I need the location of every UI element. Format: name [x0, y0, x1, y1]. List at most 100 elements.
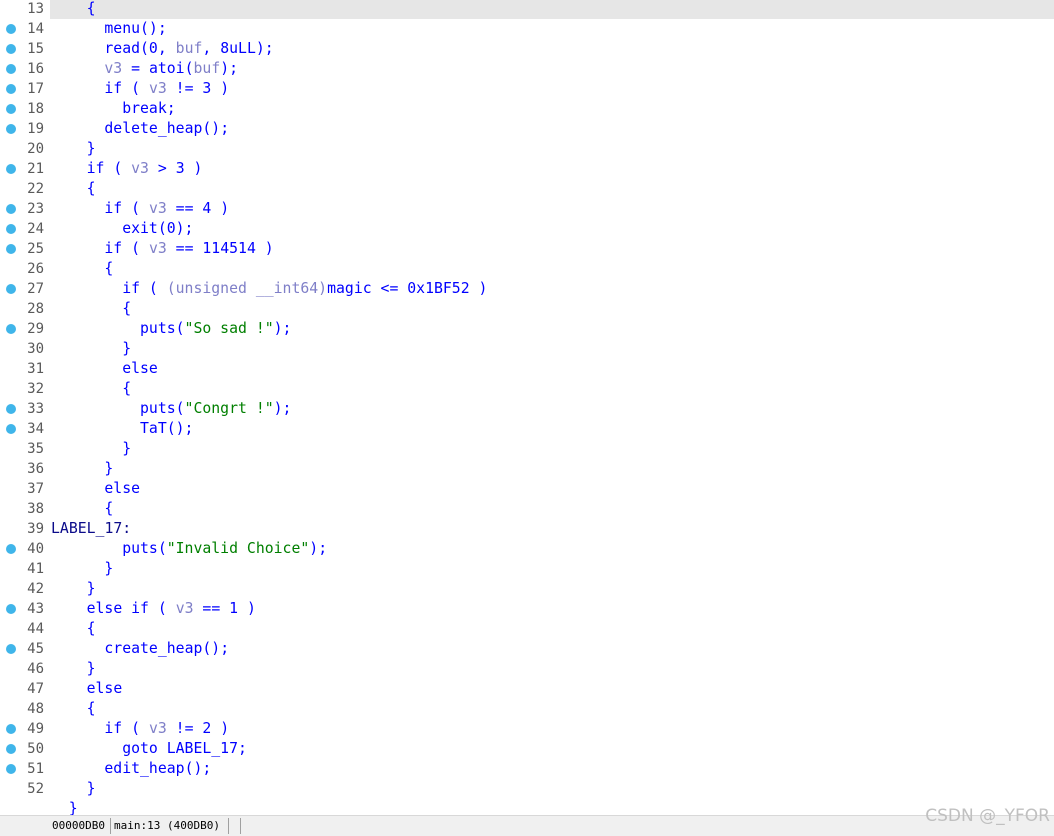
code-line[interactable]: 35}: [0, 439, 1054, 459]
breakpoint-dot-icon[interactable]: [6, 724, 16, 734]
code-line[interactable]: }: [0, 799, 1054, 815]
breakpoint-dot-icon[interactable]: [6, 744, 16, 754]
code-text-area[interactable]: }: [50, 139, 1054, 159]
code-text-area[interactable]: LABEL_17:: [50, 519, 1054, 539]
line-gutter[interactable]: 44: [0, 619, 48, 639]
code-text-area[interactable]: if ( v3 != 3 ): [50, 79, 1054, 99]
line-gutter[interactable]: 35: [0, 439, 48, 459]
line-gutter[interactable]: 50: [0, 739, 48, 759]
code-text-area[interactable]: exit(0);: [50, 219, 1054, 239]
breakpoint-dot-icon[interactable]: [6, 324, 16, 334]
code-text-area[interactable]: }: [50, 779, 1054, 799]
line-gutter[interactable]: 33: [0, 399, 48, 419]
code-line[interactable]: 14 menu();: [0, 19, 1054, 39]
code-text-area[interactable]: if ( (unsigned __int64)magic <= 0x1BF52 …: [50, 279, 1054, 299]
code-line[interactable]: 49 if ( v3 != 2 ): [0, 719, 1054, 739]
pseudocode-editor[interactable]: 13{14 menu(); 15 read(0, buf, 8uLL); 16 v3 = …: [0, 0, 1054, 815]
breakpoint-dot-icon[interactable]: [6, 764, 16, 774]
line-gutter[interactable]: 34: [0, 419, 48, 439]
code-line[interactable]: 16 v3 = atoi(buf);: [0, 59, 1054, 79]
line-gutter[interactable]: 46: [0, 659, 48, 679]
code-text-area[interactable]: create_heap();: [50, 639, 1054, 659]
line-gutter[interactable]: 52: [0, 779, 48, 799]
code-line[interactable]: 22 {: [0, 179, 1054, 199]
line-gutter[interactable]: 49: [0, 719, 48, 739]
line-gutter[interactable]: 28: [0, 299, 48, 319]
code-text-area[interactable]: else: [50, 679, 1054, 699]
code-line[interactable]: 33 puts("Congrt !");: [0, 399, 1054, 419]
code-text-area[interactable]: break;: [50, 99, 1054, 119]
code-line[interactable]: 50 goto LABEL_17;: [0, 739, 1054, 759]
breakpoint-dot-icon[interactable]: [6, 104, 16, 114]
breakpoint-dot-icon[interactable]: [6, 64, 16, 74]
line-gutter[interactable]: 51: [0, 759, 48, 779]
code-line[interactable]: 46}: [0, 659, 1054, 679]
line-gutter[interactable]: 29: [0, 319, 48, 339]
code-text-area[interactable]: menu();: [50, 19, 1054, 39]
line-gutter[interactable]: 42: [0, 579, 48, 599]
code-line[interactable]: 34 TaT();: [0, 419, 1054, 439]
line-gutter[interactable]: 22: [0, 179, 48, 199]
code-line[interactable]: 17 if ( v3 != 3 ): [0, 79, 1054, 99]
breakpoint-dot-icon[interactable]: [6, 644, 16, 654]
line-gutter[interactable]: 41: [0, 559, 48, 579]
code-text-area[interactable]: goto LABEL_17;: [50, 739, 1054, 759]
code-text-area[interactable]: {: [50, 299, 1054, 319]
code-text-area[interactable]: puts("Invalid Choice");: [50, 539, 1054, 559]
code-text-area[interactable]: if ( v3 > 3 ): [50, 159, 1054, 179]
line-gutter[interactable]: 32: [0, 379, 48, 399]
breakpoint-dot-icon[interactable]: [6, 84, 16, 94]
code-line[interactable]: 39 LABEL_17:: [0, 519, 1054, 539]
code-line[interactable]: 30}: [0, 339, 1054, 359]
line-gutter[interactable]: 26: [0, 259, 48, 279]
code-line[interactable]: 51 edit_heap();: [0, 759, 1054, 779]
code-line[interactable]: 43 else if ( v3 == 1 ): [0, 599, 1054, 619]
line-gutter[interactable]: 31: [0, 359, 48, 379]
line-gutter[interactable]: 48: [0, 699, 48, 719]
code-line[interactable]: 38 {: [0, 499, 1054, 519]
code-line[interactable]: 24 exit(0);: [0, 219, 1054, 239]
code-line[interactable]: 42}: [0, 579, 1054, 599]
code-text-area[interactable]: read(0, buf, 8uLL);: [50, 39, 1054, 59]
breakpoint-dot-icon[interactable]: [6, 604, 16, 614]
code-line[interactable]: 45 create_heap();: [0, 639, 1054, 659]
code-text-area[interactable]: {: [50, 499, 1054, 519]
code-line[interactable]: 19 delete_heap();: [0, 119, 1054, 139]
code-line[interactable]: 13 {: [0, 0, 1054, 19]
line-gutter[interactable]: 20: [0, 139, 48, 159]
breakpoint-dot-icon[interactable]: [6, 424, 16, 434]
code-text-area[interactable]: edit_heap();: [50, 759, 1054, 779]
code-line[interactable]: 29 puts("So sad !");: [0, 319, 1054, 339]
line-gutter[interactable]: 23: [0, 199, 48, 219]
breakpoint-dot-icon[interactable]: [6, 44, 16, 54]
line-gutter[interactable]: 13: [0, 0, 48, 19]
code-text-area[interactable]: {: [50, 259, 1054, 279]
code-text-area[interactable]: if ( v3 != 2 ): [50, 719, 1054, 739]
code-text-area[interactable]: }: [50, 799, 1054, 815]
breakpoint-dot-icon[interactable]: [6, 244, 16, 254]
line-gutter[interactable]: 15: [0, 39, 48, 59]
breakpoint-dot-icon[interactable]: [6, 164, 16, 174]
line-gutter[interactable]: 17: [0, 79, 48, 99]
line-gutter[interactable]: 14: [0, 19, 48, 39]
code-text-area[interactable]: delete_heap();: [50, 119, 1054, 139]
code-line[interactable]: 32 {: [0, 379, 1054, 399]
line-gutter[interactable]: [0, 799, 48, 815]
line-gutter[interactable]: 36: [0, 459, 48, 479]
line-gutter[interactable]: 18: [0, 99, 48, 119]
line-gutter[interactable]: 39: [0, 519, 48, 539]
breakpoint-dot-icon[interactable]: [6, 24, 16, 34]
code-line[interactable]: 40 puts("Invalid Choice");: [0, 539, 1054, 559]
code-line[interactable]: 47 else: [0, 679, 1054, 699]
code-text-area[interactable]: }: [50, 339, 1054, 359]
breakpoint-dot-icon[interactable]: [6, 124, 16, 134]
code-text-area[interactable]: TaT();: [50, 419, 1054, 439]
line-gutter[interactable]: 16: [0, 59, 48, 79]
code-line[interactable]: 44 {: [0, 619, 1054, 639]
breakpoint-dot-icon[interactable]: [6, 284, 16, 294]
code-text-area[interactable]: else: [50, 479, 1054, 499]
breakpoint-dot-icon[interactable]: [6, 224, 16, 234]
code-line[interactable]: 28 {: [0, 299, 1054, 319]
line-gutter[interactable]: 38: [0, 499, 48, 519]
line-gutter[interactable]: 45: [0, 639, 48, 659]
